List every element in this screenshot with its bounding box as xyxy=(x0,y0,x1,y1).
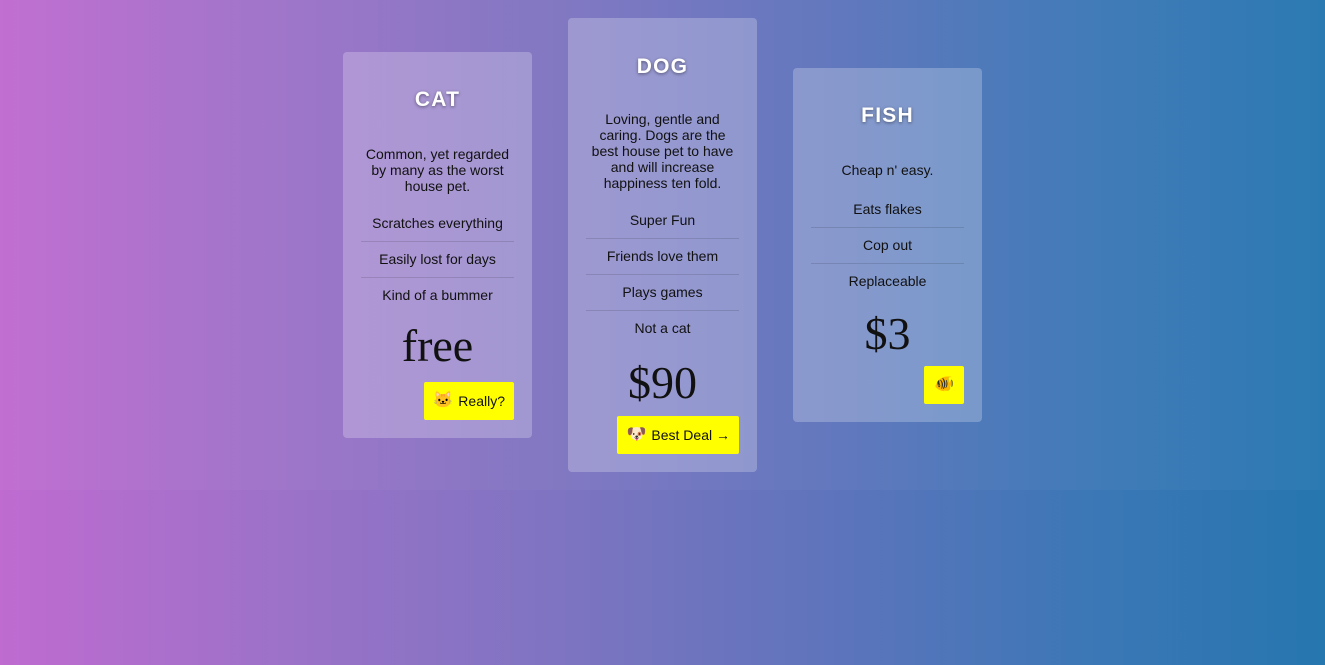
feature-item: Friends love them xyxy=(586,239,739,275)
feature-item: Eats flakes xyxy=(811,192,964,228)
feature-item: Easily lost for days xyxy=(361,242,514,278)
card-title: CAT xyxy=(414,88,461,111)
pricing-card-fish: FISH Cheap n' easy. Eats flakes Cop out … xyxy=(793,68,982,422)
card-description: Cheap n' easy. xyxy=(841,162,934,178)
price: $90 xyxy=(628,357,697,408)
card-title: DOG xyxy=(636,55,689,78)
button-label: Really? xyxy=(458,393,505,409)
feature-item: Plays games xyxy=(586,275,739,311)
best-deal-button[interactable]: 🐶 Best Deal → xyxy=(617,416,739,454)
card-description: Common, yet regarded by many as the wors… xyxy=(365,146,510,194)
cat-face-icon: 🐱 xyxy=(433,392,454,409)
dog-face-icon: 🐶 xyxy=(626,426,647,443)
pricing-card-dog: DOG Loving, gentle and caring. Dogs are … xyxy=(568,18,757,472)
fish-icon: 🐠 xyxy=(934,376,954,393)
fish-button[interactable]: 🐠 xyxy=(924,366,964,404)
feature-list: Eats flakes Cop out Replaceable xyxy=(811,192,964,299)
card-title: FISH xyxy=(861,104,914,127)
pricing-card-cat: CAT Common, yet regarded by many as the … xyxy=(343,52,532,438)
feature-list: Scratches everything Easily lost for day… xyxy=(361,206,514,313)
feature-item: Kind of a bummer xyxy=(382,287,493,303)
feature-list: Super Fun Friends love them Plays games … xyxy=(586,203,739,346)
price: $3 xyxy=(864,308,911,359)
card-description: Loving, gentle and caring. Dogs are the … xyxy=(591,111,734,191)
really-button[interactable]: 🐱 Really? xyxy=(424,382,514,420)
feature-item: Super Fun xyxy=(586,203,739,239)
feature-item: Replaceable xyxy=(848,273,927,289)
feature-item: Scratches everything xyxy=(361,206,514,242)
price: free xyxy=(401,320,474,371)
button-label: Best Deal → xyxy=(651,427,730,443)
feature-item: Cop out xyxy=(811,228,964,264)
feature-item: Not a cat xyxy=(634,320,691,336)
